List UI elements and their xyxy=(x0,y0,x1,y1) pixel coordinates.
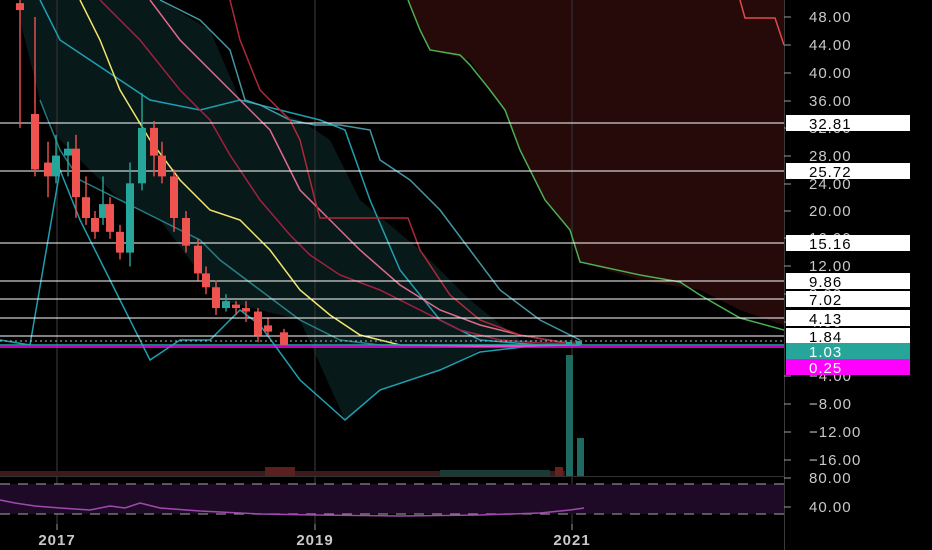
price-level-label-box xyxy=(786,291,910,307)
rsi-pane xyxy=(0,483,784,517)
candle-body xyxy=(31,114,39,170)
time-tick-label: 2021 xyxy=(553,532,590,549)
candle-body xyxy=(182,217,190,246)
price-tick-label: 12.00 xyxy=(809,258,852,275)
price-level-label: 9.86 xyxy=(809,274,842,291)
price-level-label-box xyxy=(786,359,910,375)
price-tick-label: −12.00 xyxy=(809,424,861,441)
price-level-label: 4.13 xyxy=(809,311,842,328)
price-tick-label: 40.00 xyxy=(809,65,852,82)
candle-body xyxy=(91,217,99,232)
candle-body xyxy=(212,287,220,309)
rsi-tick-label: 80.00 xyxy=(809,470,852,487)
price-level-label: 7.02 xyxy=(809,292,842,309)
candle-body xyxy=(44,162,52,177)
volume-bar-spike xyxy=(566,355,573,476)
rsi-band xyxy=(0,484,784,514)
price-tick-label: 44.00 xyxy=(809,37,852,54)
price-level-label: 0.25 xyxy=(809,360,842,377)
candle-body xyxy=(566,342,572,346)
time-tick-label: 2017 xyxy=(38,532,75,549)
price-tick-label: 28.00 xyxy=(809,148,852,165)
price-level-label: 32.81 xyxy=(809,116,852,133)
candle-body xyxy=(222,301,230,309)
price-tick-label: 48.00 xyxy=(809,9,852,26)
candle-body xyxy=(576,341,582,345)
price-tick-label: 36.00 xyxy=(809,93,852,110)
candle-body xyxy=(202,273,210,288)
rsi-tick-label: 40.00 xyxy=(809,499,852,516)
volume-bar-spike-2 xyxy=(577,438,584,476)
candle-body xyxy=(16,3,24,11)
price-tick-label: −8.00 xyxy=(809,396,852,413)
candle-body xyxy=(232,304,240,309)
candle-body xyxy=(72,148,80,198)
candle-body xyxy=(264,325,272,332)
candle-body xyxy=(82,197,90,218)
candle-body xyxy=(280,332,288,345)
candle-body xyxy=(194,245,202,274)
candle-body xyxy=(150,127,158,156)
volume-bar xyxy=(555,467,563,476)
price-level-label-box xyxy=(786,343,910,359)
price-level-label: 15.16 xyxy=(809,236,852,253)
candle-body xyxy=(138,127,146,184)
candle-body xyxy=(52,155,60,177)
candle-body xyxy=(126,183,134,253)
price-level-label: 25.72 xyxy=(809,164,852,181)
price-level-label-box xyxy=(786,273,910,289)
price-tick-label: 20.00 xyxy=(809,203,852,220)
price-level-label-box xyxy=(786,328,910,344)
candle-body xyxy=(242,308,250,312)
price-level-label: 1.03 xyxy=(809,344,842,361)
price-chart[interactable]: 48.0044.0040.0036.0032.0028.0024.0020.00… xyxy=(0,0,932,550)
candle-body xyxy=(170,176,178,218)
candle-body xyxy=(158,155,166,177)
candle-body xyxy=(116,231,124,253)
price-level-label-box xyxy=(786,310,910,326)
candle-body xyxy=(99,204,107,218)
candle-body xyxy=(64,148,72,156)
candle-body xyxy=(254,311,262,336)
time-tick-label: 2019 xyxy=(296,532,333,549)
volume-bar xyxy=(440,470,550,476)
volume-bar xyxy=(265,467,295,476)
candle-body xyxy=(106,204,114,232)
price-tick-label: −16.00 xyxy=(809,452,861,469)
